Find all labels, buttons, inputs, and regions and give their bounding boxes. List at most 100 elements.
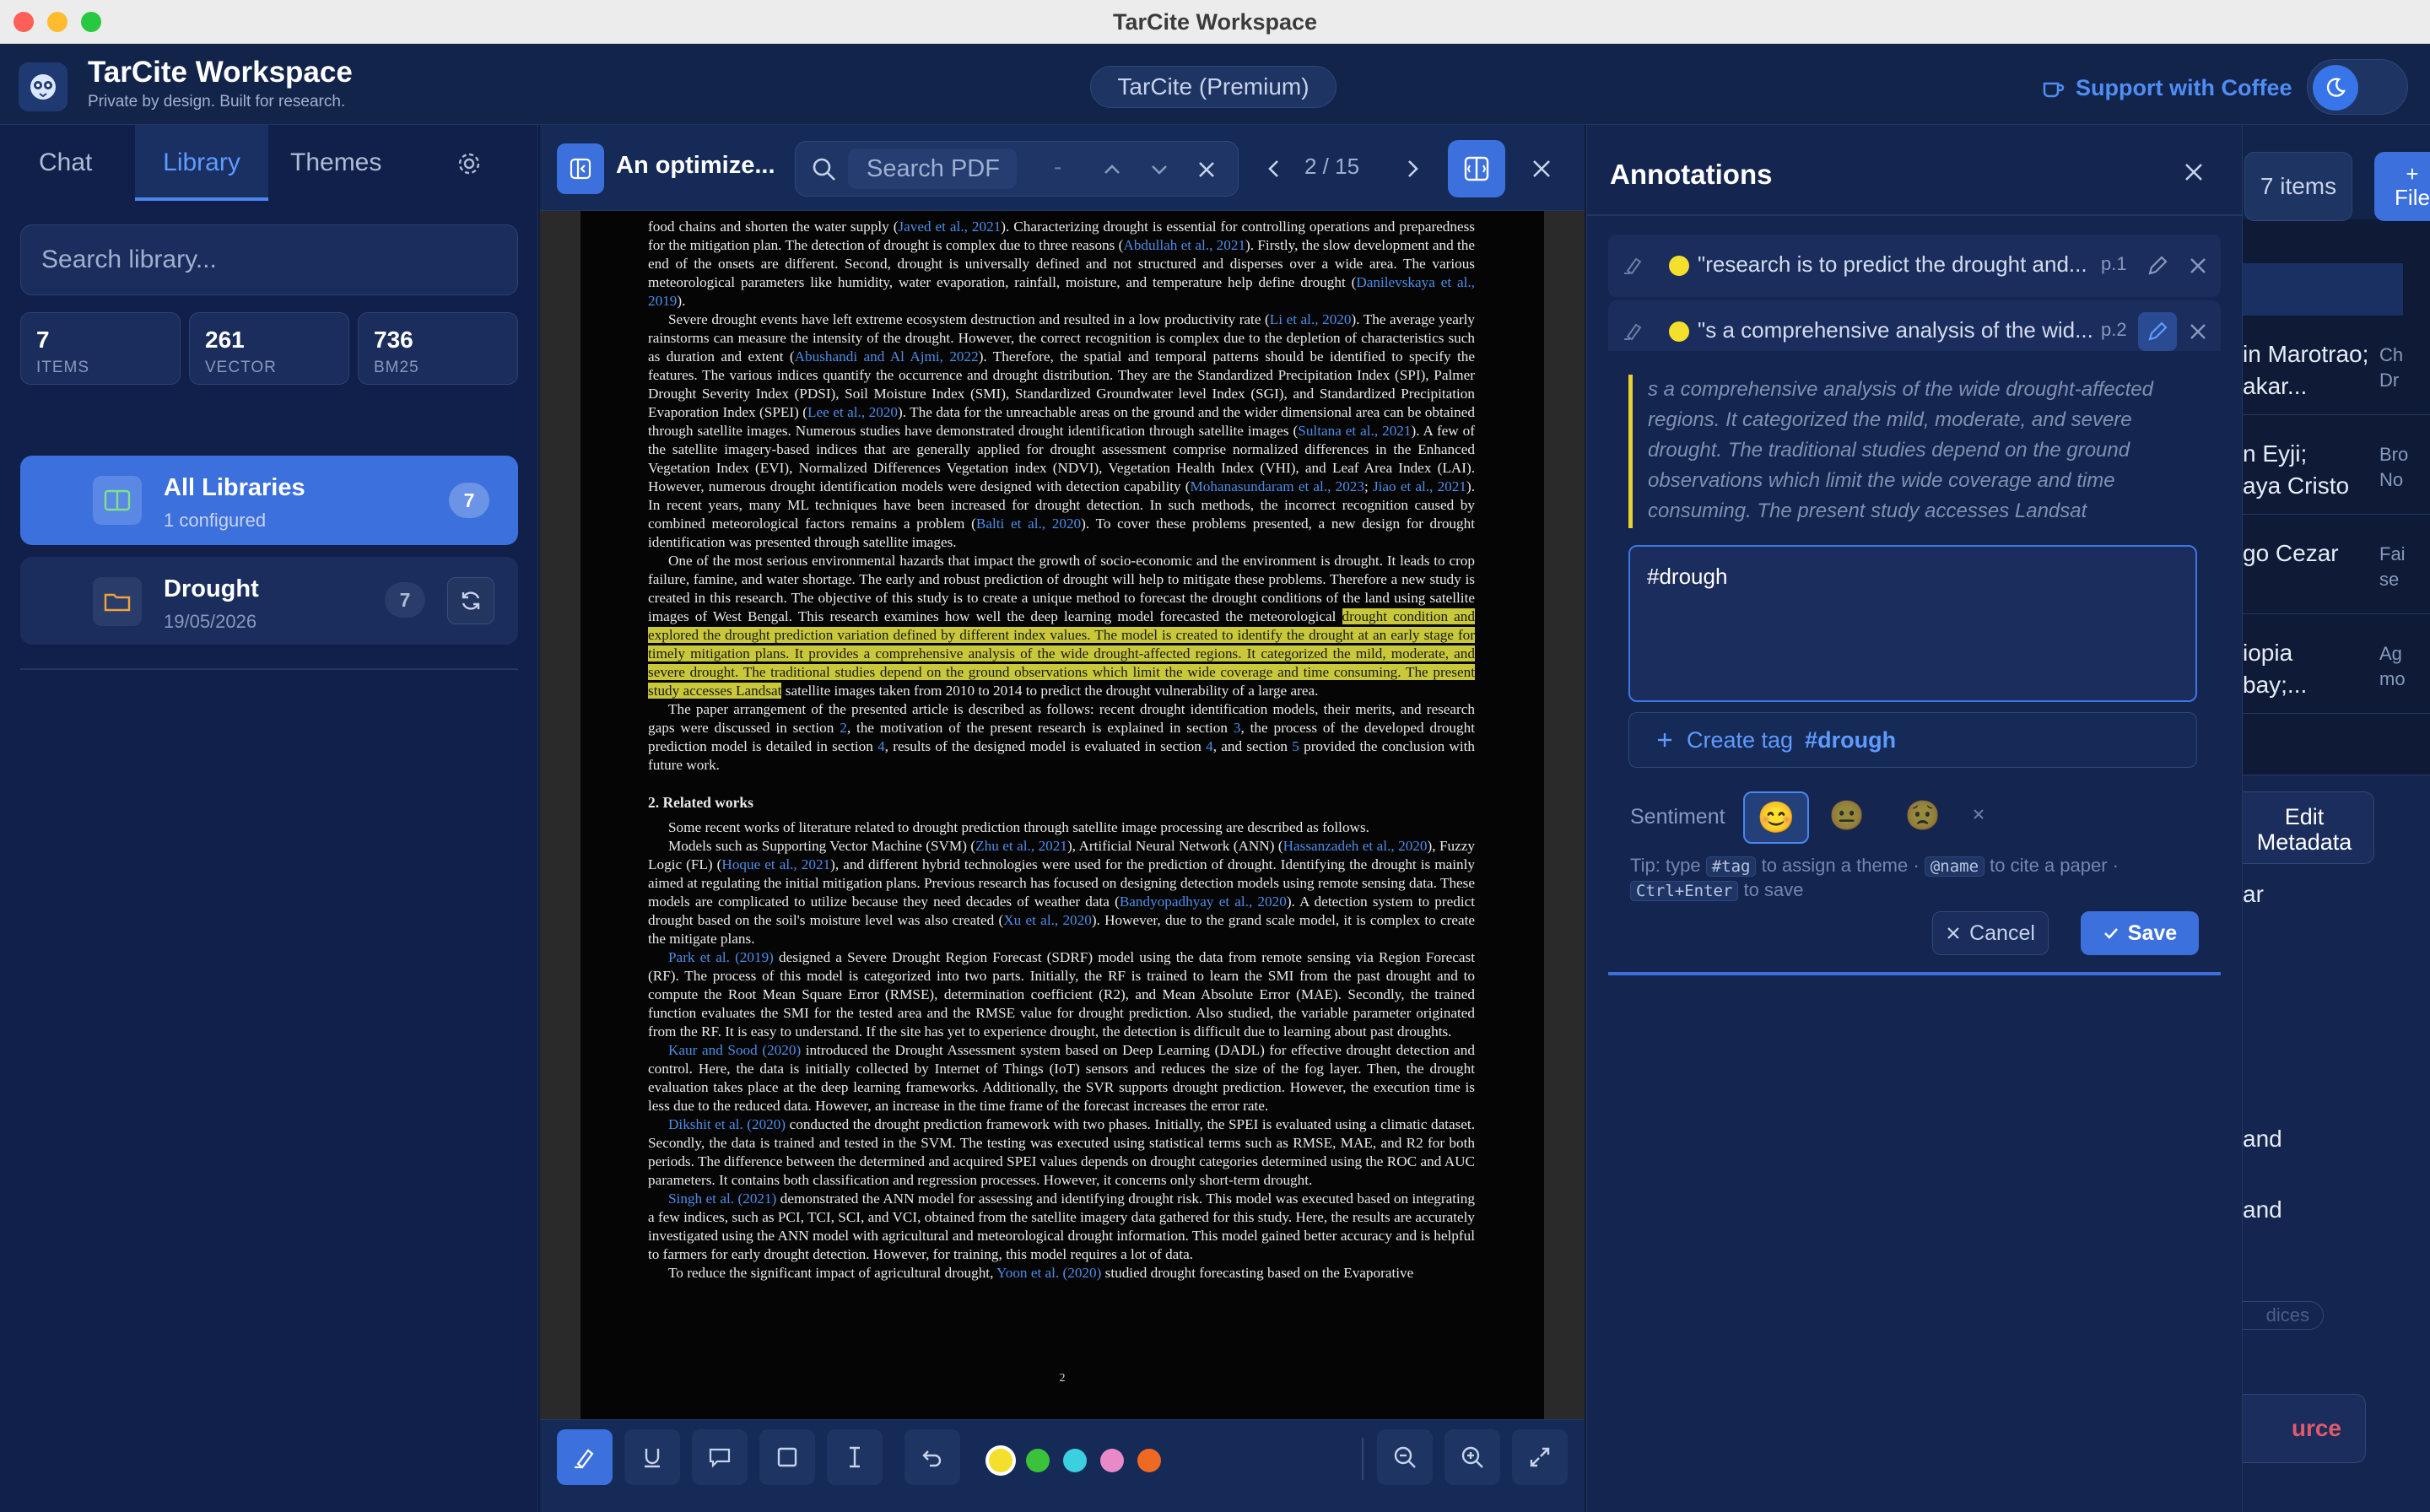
tab-chat[interactable]: Chat bbox=[39, 125, 92, 201]
library-item-all[interactable]: All Libraries 1 configured 7 bbox=[20, 456, 518, 545]
items-count-badge: 7 items bbox=[2244, 152, 2352, 221]
pdf-page-text[interactable]: food chains and shorten the water supply… bbox=[648, 218, 1475, 1282]
save-button[interactable]: Save bbox=[2081, 911, 2199, 955]
pdf-paragraph: The paper arrangement of the presented a… bbox=[648, 701, 1475, 773]
toolbar-divider bbox=[1362, 1438, 1364, 1480]
plus-icon bbox=[1658, 733, 1671, 747]
fullscreen-icon[interactable] bbox=[1512, 1429, 1568, 1485]
pdf-paragraph: food chains and shorten the water supply… bbox=[648, 219, 1475, 309]
search-next-icon[interactable] bbox=[1148, 159, 1170, 181]
edit-icon[interactable] bbox=[2138, 312, 2177, 351]
library-item-drought[interactable]: Drought 19/05/2026 7 bbox=[20, 557, 518, 645]
tab-themes[interactable]: Themes bbox=[290, 125, 381, 201]
pdf-paragraph: Kaur and Sood (2020) introduced the Drou… bbox=[648, 1042, 1475, 1114]
highlighter-icon bbox=[1622, 253, 1645, 277]
pdf-paragraph: Severe drought events have left extreme … bbox=[648, 311, 1475, 550]
tab-library[interactable]: Library bbox=[135, 125, 268, 201]
help-tip: Tip: type #tag to assign a theme · @name… bbox=[1630, 855, 2120, 901]
table-header bbox=[2243, 263, 2403, 316]
annotation-note-textarea[interactable]: #drough bbox=[1628, 545, 2197, 702]
sync-icon[interactable] bbox=[447, 577, 494, 624]
cancel-button[interactable]: Cancel bbox=[1932, 911, 2049, 955]
sentiment-negative[interactable]: 😟 bbox=[1892, 791, 1954, 840]
annotations-title: Annotations bbox=[1610, 159, 1773, 190]
pdf-section-heading: 2. Related works bbox=[648, 794, 753, 811]
table-row[interactable]: n Eyji; aya Cristo Bro No bbox=[2243, 415, 2430, 515]
zoom-out-icon[interactable] bbox=[1377, 1429, 1433, 1485]
check-icon bbox=[2103, 928, 2118, 939]
table-row[interactable]: in Marotrao; akar... Ch Dr bbox=[2243, 316, 2430, 415]
support-coffee-link[interactable]: Support with Coffee bbox=[2040, 69, 2292, 106]
stat-vector: 261 VECTOR bbox=[189, 312, 349, 385]
app-header: TarCite Workspace Private by design. Bui… bbox=[0, 44, 2430, 125]
edit-icon[interactable] bbox=[2145, 253, 2170, 278]
stat-value: 736 bbox=[374, 327, 413, 353]
comment-icon[interactable] bbox=[692, 1429, 748, 1485]
annotation-excerpt: "s a comprehensive analysis of the wid..… bbox=[1698, 317, 2093, 343]
pdf-search-bar: Search PDF - bbox=[795, 141, 1239, 197]
folder-icon bbox=[93, 577, 142, 626]
highlighter-icon bbox=[1622, 319, 1645, 343]
library-table-clipped: 7 items + File in Marotrao; akar... Ch Dr… bbox=[2243, 125, 2430, 1512]
annotation-page: p.2 bbox=[2101, 319, 2127, 340]
color-swatch-yellow[interactable] bbox=[989, 1449, 1012, 1472]
table-row[interactable]: go Cezar Fai se bbox=[2243, 515, 2430, 614]
close-pdf-icon[interactable] bbox=[1529, 156, 1554, 181]
document-title: An optimize... bbox=[616, 152, 775, 179]
split-view-icon[interactable] bbox=[1448, 140, 1505, 197]
detail-fragment: ar bbox=[2243, 881, 2264, 907]
zoom-in-icon[interactable] bbox=[1444, 1429, 1500, 1485]
plan-badge[interactable]: TarCite (Premium) bbox=[1090, 66, 1336, 108]
detail-fragment: and bbox=[2243, 1126, 2282, 1152]
color-swatch-orange[interactable] bbox=[1137, 1449, 1161, 1472]
rectangle-icon[interactable] bbox=[759, 1429, 815, 1485]
color-swatch-cyan[interactable] bbox=[1063, 1449, 1087, 1472]
annotation-page: p.1 bbox=[2101, 253, 2127, 274]
stat-items: 7 ITEMS bbox=[20, 312, 181, 385]
stat-label: BM25 bbox=[374, 359, 419, 376]
source-button[interactable]: urce bbox=[2243, 1394, 2366, 1463]
search-match-count: - bbox=[1054, 154, 1062, 180]
library-count-badge: 7 bbox=[385, 582, 425, 618]
detail-fragment: and bbox=[2243, 1196, 2282, 1223]
library-search-input[interactable]: Search library... bbox=[20, 224, 518, 295]
pdf-page[interactable]: food chains and shorten the water supply… bbox=[580, 211, 1544, 1419]
highlighter-icon[interactable] bbox=[557, 1429, 613, 1485]
search-icon bbox=[811, 156, 838, 183]
pdf-paragraph: Models such as Supporting Vector Machine… bbox=[648, 838, 1476, 947]
sentiment-positive[interactable]: 😊 bbox=[1743, 791, 1809, 844]
add-file-button[interactable]: + File bbox=[2374, 152, 2430, 221]
gear-icon[interactable] bbox=[456, 150, 483, 177]
text-cursor-icon[interactable] bbox=[827, 1429, 883, 1485]
prev-page-icon[interactable] bbox=[1262, 157, 1286, 181]
close-annotations-icon[interactable] bbox=[2182, 160, 2206, 184]
annotation-item[interactable]: "research is to predict the drought and.… bbox=[1608, 235, 2221, 297]
underline-icon[interactable] bbox=[624, 1429, 680, 1485]
pdf-paragraph: One of the most serious environmental ha… bbox=[648, 553, 1475, 699]
library-subtitle: 1 configured bbox=[164, 510, 267, 531]
pdf-paragraph: To reduce the significant impact of agri… bbox=[668, 1265, 1414, 1281]
delete-icon[interactable] bbox=[2187, 321, 2209, 343]
sidebar-collapse-icon[interactable] bbox=[557, 143, 604, 194]
annotation-excerpt: "research is to predict the drought and.… bbox=[1698, 251, 2087, 277]
stat-label: ITEMS bbox=[36, 359, 90, 376]
create-tag-button[interactable]: Create tag #drough bbox=[1628, 712, 2197, 768]
color-swatch-green[interactable] bbox=[1026, 1449, 1050, 1472]
delete-icon[interactable] bbox=[2187, 255, 2209, 277]
undo-icon[interactable] bbox=[904, 1429, 960, 1485]
sentiment-neutral[interactable]: 😐 bbox=[1816, 791, 1878, 840]
edit-metadata-button[interactable]: Edit Metadata bbox=[2243, 791, 2374, 864]
color-swatch-pink[interactable] bbox=[1100, 1449, 1124, 1472]
clear-sentiment-icon[interactable] bbox=[1971, 807, 1986, 822]
highlight-color-dot bbox=[1669, 256, 1689, 276]
table-row[interactable]: iopia bay;... Ag mo bbox=[2243, 614, 2430, 714]
search-prev-icon[interactable] bbox=[1101, 159, 1123, 181]
support-label: Support with Coffee bbox=[2076, 74, 2292, 100]
panel-divider bbox=[1586, 214, 2243, 216]
shortcut-hint: Ctrl+Enter bbox=[1630, 881, 1739, 901]
search-clear-icon[interactable] bbox=[1196, 159, 1218, 181]
tag-hint: #tag bbox=[1705, 856, 1757, 877]
theme-toggle[interactable] bbox=[2307, 59, 2408, 115]
pdf-search-input[interactable]: Search PDF bbox=[848, 148, 1017, 189]
next-page-icon[interactable] bbox=[1401, 157, 1424, 181]
